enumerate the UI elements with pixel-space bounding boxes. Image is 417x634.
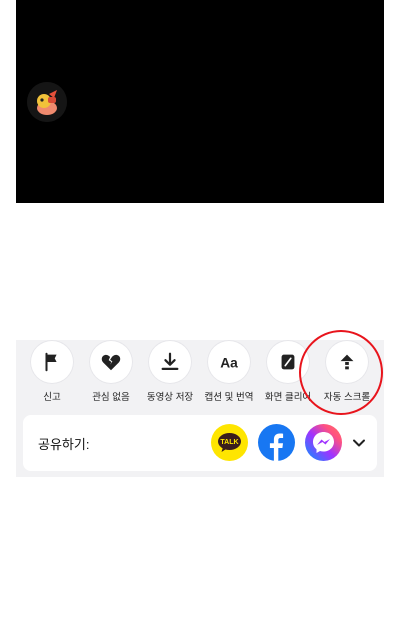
auto-scroll-label: 자동 스크롤 bbox=[323, 392, 371, 403]
save-video-button[interactable]: 동영상 저장 bbox=[140, 340, 200, 406]
more-share-button[interactable] bbox=[350, 434, 368, 452]
captions-translate-button[interactable]: Aa 캡션 및 번역 bbox=[199, 340, 259, 406]
report-button[interactable]: 신고 bbox=[22, 340, 82, 406]
share-label: 공유하기: bbox=[38, 437, 90, 452]
auto-scroll-icon bbox=[340, 354, 354, 370]
hamster-avatar-icon bbox=[27, 82, 67, 122]
kakaotalk-share-button[interactable]: TALK bbox=[211, 424, 248, 461]
clear-screen-button[interactable]: 화면 클리어 bbox=[258, 340, 318, 406]
not-interested-button[interactable]: 관심 없음 bbox=[81, 340, 141, 406]
messenger-icon bbox=[305, 424, 342, 461]
svg-text:Aa: Aa bbox=[220, 356, 238, 371]
broken-heart-icon bbox=[101, 354, 121, 371]
flag-icon bbox=[45, 352, 57, 372]
auto-scroll-button[interactable]: 자동 스크롤 bbox=[317, 340, 377, 406]
svg-text:TALK: TALK bbox=[220, 439, 238, 446]
messenger-share-button[interactable] bbox=[305, 424, 342, 461]
action-row: 신고 관심 없음 동영상 저장 Aa 캡션 및 번역 화면 클리어 자동 스크롤 bbox=[16, 340, 384, 412]
creator-avatar[interactable] bbox=[27, 82, 67, 122]
kakaotalk-icon: TALK bbox=[211, 424, 248, 461]
chevron-down-icon bbox=[353, 439, 365, 447]
download-icon bbox=[161, 352, 179, 370]
facebook-share-button[interactable] bbox=[258, 424, 295, 461]
share-sheet: 신고 관심 없음 동영상 저장 Aa 캡션 및 번역 화면 클리어 자동 스크롤… bbox=[16, 340, 384, 477]
share-row: 공유하기: TALK bbox=[23, 415, 377, 471]
facebook-icon bbox=[258, 424, 295, 461]
clear-screen-icon bbox=[281, 354, 295, 370]
text-aa-icon: Aa bbox=[220, 356, 238, 371]
video-preview[interactable] bbox=[16, 0, 384, 203]
